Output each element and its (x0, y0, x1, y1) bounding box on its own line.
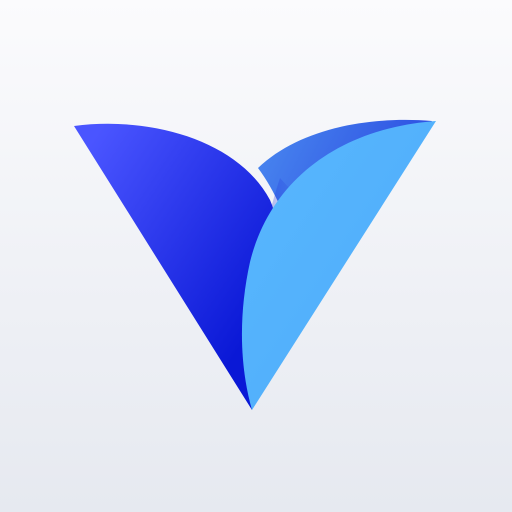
v-leaf-logo-icon (74, 119, 436, 410)
app-icon (0, 0, 512, 512)
